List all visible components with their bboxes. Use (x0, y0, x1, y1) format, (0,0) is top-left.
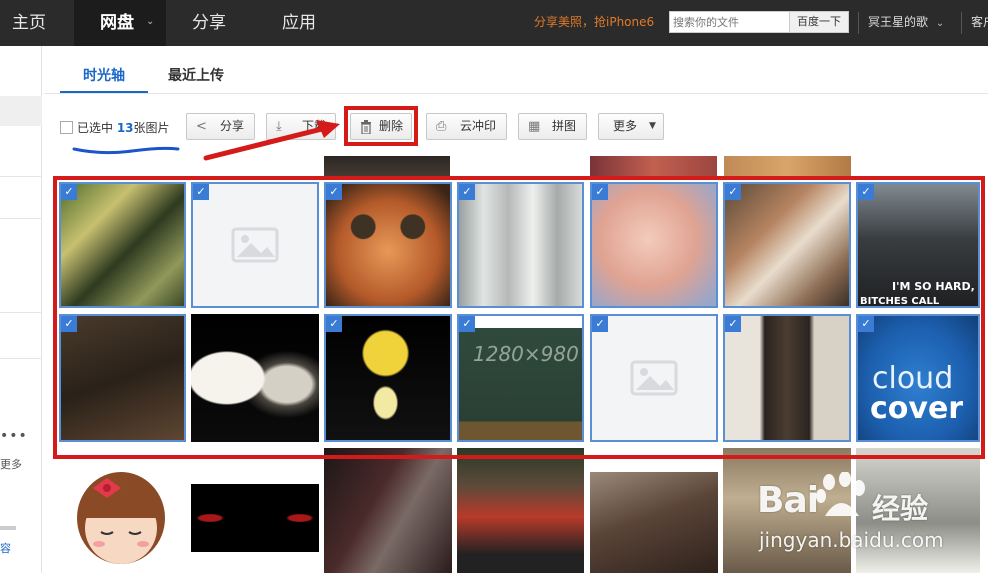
photo-thumbnail-partial[interactable] (724, 156, 851, 176)
promo-link[interactable]: 分享美照，抢iPhone6 (534, 0, 654, 44)
watermark-brand: 经验 (872, 492, 929, 525)
client-link[interactable]: 客户端 (971, 0, 988, 44)
divider (0, 358, 42, 359)
caret-down-icon: ▼ (649, 121, 656, 131)
photo-thumbnail[interactable] (590, 472, 718, 573)
watermark-url: jingyan.baidu.com (759, 528, 944, 552)
nav-home[interactable]: 主页 (0, 0, 58, 46)
divider (0, 218, 42, 219)
collage-label: 拼图 (552, 119, 577, 133)
print-button[interactable]: ⎙ 云冲印 (426, 113, 507, 140)
annotation-underline (72, 146, 180, 155)
photo-thumbnail[interactable] (324, 448, 452, 573)
selected-count: 13 (116, 121, 134, 135)
annotation-grid-highlight (53, 176, 985, 459)
photo-thumbnail-partial[interactable] (590, 156, 717, 176)
selected-suffix: 张图片 (133, 121, 170, 135)
search-button[interactable]: 百度一下 (789, 12, 848, 32)
top-nav-bar: 主页 网盘 ⌄ 分享 应用 分享美照，抢iPhone6 百度一下 冥王星的歌 ⌄… (0, 0, 988, 46)
photo-thumbnail[interactable] (59, 448, 186, 573)
tabs-divider (44, 93, 988, 94)
divider (0, 176, 42, 177)
search-box: 百度一下 (669, 11, 849, 33)
nav-divider (961, 12, 962, 34)
paw-icon (816, 472, 865, 516)
selected-prefix: 已选中 (77, 121, 117, 135)
chevron-down-icon: ⌄ (935, 18, 945, 29)
left-sidebar: ••• 更多 容 (0, 46, 42, 573)
annotation-arrow (203, 120, 340, 161)
photo-thumbnail[interactable] (191, 484, 319, 552)
collage-button[interactable]: ▦ 拼图 (518, 113, 587, 140)
user-menu[interactable]: 冥王星的歌 ⌄ (868, 0, 944, 46)
divider (0, 312, 42, 313)
nav-apps[interactable]: 应用 (282, 0, 316, 46)
print-label: 云冲印 (460, 119, 497, 133)
annotation-delete-highlight (344, 106, 418, 146)
nav-share[interactable]: 分享 (192, 0, 226, 46)
capacity-link[interactable]: 容 (0, 540, 11, 556)
nav-divider (858, 12, 859, 34)
nav-netdisk-label: 网盘 (100, 13, 134, 33)
chevron-down-icon: ⌄ (146, 16, 155, 27)
tab-timeline[interactable]: 时光轴 (60, 66, 148, 94)
user-name: 冥王星的歌 (868, 15, 929, 29)
cartoon-girl-image (77, 472, 165, 564)
printer-icon: ⎙ (436, 119, 447, 134)
more-dots-icon[interactable]: ••• (0, 428, 28, 444)
select-all[interactable]: 已选中 13张图片 (60, 119, 170, 136)
more-label: 更多 (613, 119, 638, 133)
sidebar-more-link[interactable]: 更多 (0, 456, 22, 472)
collage-icon: ▦ (528, 119, 541, 134)
sidebar-active-item[interactable] (0, 96, 42, 126)
watermark-logo: Bai (757, 480, 819, 521)
tab-recent-uploads[interactable]: 最近上传 (155, 66, 237, 94)
capacity-bar (0, 526, 16, 530)
more-button[interactable]: 更多 ▼ (598, 113, 664, 140)
search-input[interactable] (670, 12, 788, 32)
select-all-checkbox[interactable] (60, 121, 73, 134)
photo-thumbnail[interactable] (457, 448, 584, 573)
